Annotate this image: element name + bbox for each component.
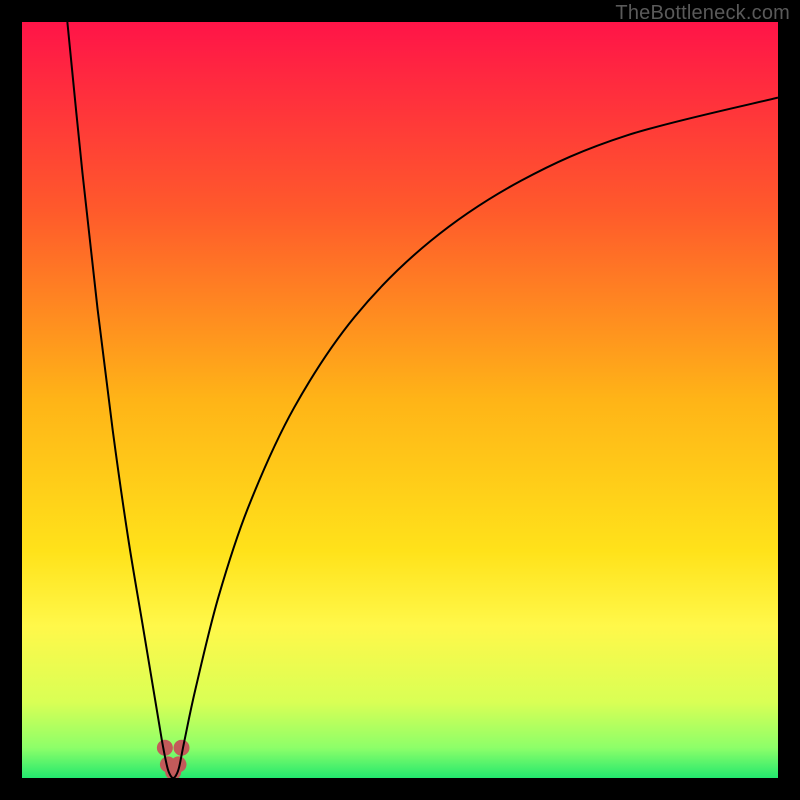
chart-frame: TheBottleneck.com	[0, 0, 800, 800]
plot-area	[22, 22, 778, 778]
gradient-background	[22, 22, 778, 778]
watermark-text: TheBottleneck.com	[615, 2, 790, 25]
bottleneck-plot-svg	[22, 22, 778, 778]
